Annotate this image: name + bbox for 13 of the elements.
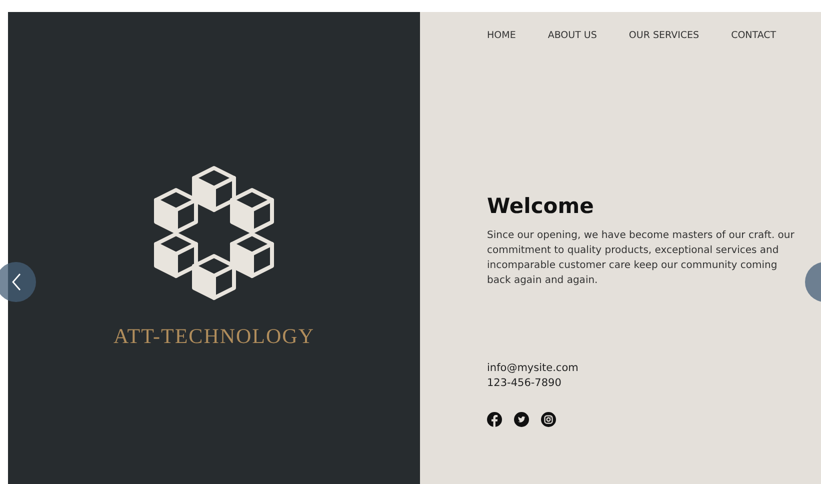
nav-link[interactable]: ABOUT US <box>548 30 597 41</box>
nav-link[interactable]: OUR SERVICES <box>628 30 700 41</box>
welcome-title: Welcome <box>487 193 595 219</box>
instagram-icon[interactable] <box>541 412 556 427</box>
facebook-icon[interactable] <box>487 412 502 427</box>
phone-text: 123-456-7890 <box>487 376 562 391</box>
brand-name: ATT-TECHNOLOGY <box>113 324 315 349</box>
welcome-text: Since our opening, we have become masters of our craft. our commitment to quality products, exceptional services and incomparable customer care keep our community coming back again and again. <box>487 229 796 288</box>
nav-link[interactable]: HOME <box>487 30 516 41</box>
email-text: info@mysite.com <box>487 361 580 376</box>
twitter-icon[interactable] <box>514 412 529 427</box>
chevron-left-icon <box>12 273 20 291</box>
nav-link[interactable]: CONTACT <box>731 30 776 41</box>
